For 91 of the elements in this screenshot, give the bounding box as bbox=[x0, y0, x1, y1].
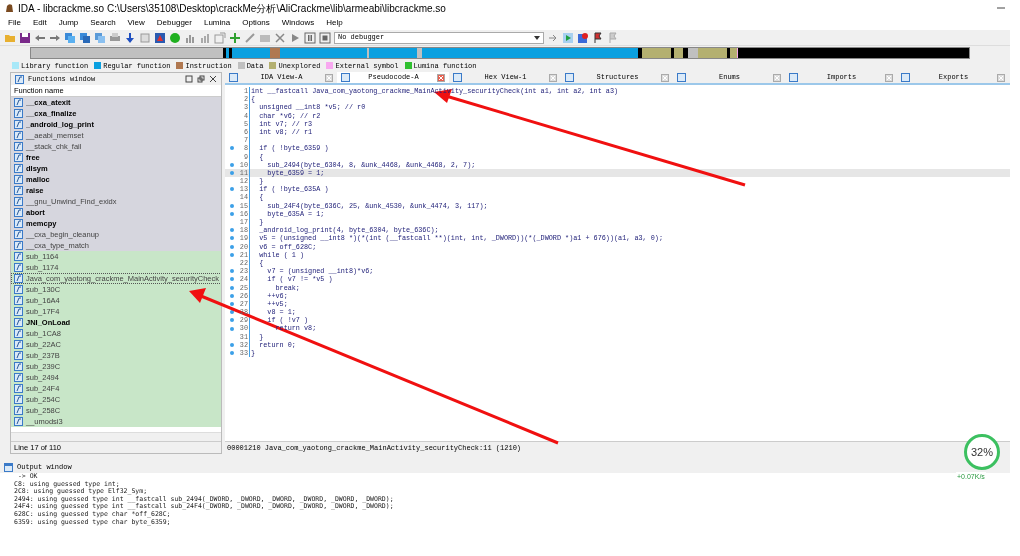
breakpoint-dot[interactable] bbox=[230, 277, 234, 282]
chart-icon[interactable] bbox=[199, 31, 211, 44]
function-icon bbox=[14, 175, 23, 184]
tab-icon bbox=[789, 73, 798, 82]
function-icon bbox=[14, 98, 23, 107]
tab-icon bbox=[677, 73, 686, 82]
breakpoint-dot[interactable] bbox=[230, 293, 234, 298]
tab-icon bbox=[901, 73, 910, 82]
copy-icon[interactable] bbox=[94, 31, 106, 44]
tab-icon bbox=[341, 73, 350, 82]
breakpoint-dot[interactable] bbox=[230, 326, 234, 331]
export-icon[interactable] bbox=[214, 31, 226, 44]
breakpoint-dot[interactable] bbox=[230, 310, 234, 315]
flag-icon[interactable] bbox=[592, 31, 604, 44]
window-title: IDA - libcrackme.so C:\Users\35108\Desktop\crackMe分析\AliCrackme\lib\armeabi\libcrackme.so bbox=[18, 1, 446, 16]
pause-icon[interactable] bbox=[304, 31, 316, 44]
function-icon bbox=[14, 285, 23, 294]
function-icon bbox=[14, 406, 23, 415]
breakpoint-dot[interactable] bbox=[230, 252, 234, 257]
menu-item[interactable]: Search bbox=[90, 17, 116, 29]
function-icon bbox=[14, 340, 23, 349]
menu-item[interactable]: Debugger bbox=[156, 17, 192, 29]
navigation-band[interactable] bbox=[30, 47, 970, 59]
function-icon bbox=[14, 142, 23, 151]
function-icon bbox=[14, 120, 23, 129]
breakpoint-dot[interactable] bbox=[230, 236, 234, 241]
breakpoint-dot[interactable] bbox=[230, 269, 234, 274]
function-icon bbox=[14, 109, 23, 118]
function-icon bbox=[14, 208, 23, 217]
copy-icon[interactable] bbox=[64, 31, 76, 44]
float-icon[interactable] bbox=[197, 75, 205, 83]
menu-item[interactable]: Edit bbox=[32, 17, 47, 29]
breakpoint-dot[interactable] bbox=[230, 318, 234, 323]
function-icon bbox=[14, 252, 23, 261]
app-logo-icon bbox=[4, 3, 14, 13]
function-icon bbox=[14, 417, 23, 426]
function-icon bbox=[14, 219, 23, 228]
breakpoint-dot[interactable] bbox=[230, 285, 234, 290]
breakpoint-dot[interactable] bbox=[230, 351, 234, 356]
dropdown-caret-icon bbox=[534, 34, 540, 41]
breakpoint-dot[interactable] bbox=[230, 342, 234, 347]
function-icon bbox=[15, 74, 24, 84]
function-icon bbox=[14, 164, 23, 173]
function-icon bbox=[14, 230, 23, 239]
function-icon bbox=[14, 186, 23, 195]
menu-item[interactable]: File bbox=[8, 17, 21, 29]
function-icon bbox=[14, 241, 23, 250]
breakpoint-dot[interactable] bbox=[230, 187, 234, 192]
tab-icon bbox=[229, 73, 238, 82]
breakpoint-dot[interactable] bbox=[230, 170, 234, 175]
function-icon bbox=[14, 373, 23, 382]
copy-icon[interactable] bbox=[79, 31, 91, 44]
plus-icon[interactable] bbox=[229, 31, 241, 44]
menu-item[interactable]: Help bbox=[326, 17, 343, 29]
breakpoint-icon[interactable] bbox=[577, 31, 589, 44]
window-icon bbox=[4, 463, 13, 472]
breakpoint-dot[interactable] bbox=[230, 162, 234, 167]
down-arrow-icon[interactable] bbox=[124, 31, 136, 44]
function-icon bbox=[14, 263, 23, 272]
breakpoint-dot[interactable] bbox=[230, 301, 234, 306]
maximize-icon[interactable] bbox=[185, 75, 193, 83]
breakpoint-dot[interactable] bbox=[230, 203, 234, 208]
function-icon bbox=[14, 329, 23, 338]
menu-item[interactable]: Jump bbox=[58, 17, 79, 29]
function-icon bbox=[14, 197, 23, 206]
breakpoint-dot[interactable] bbox=[230, 211, 234, 216]
scrollbar[interactable] bbox=[11, 432, 221, 441]
function-icon bbox=[14, 384, 23, 393]
breakpoint-dot[interactable] bbox=[230, 244, 234, 249]
function-icon bbox=[14, 351, 23, 360]
menu-item[interactable]: Windows bbox=[281, 17, 315, 29]
function-icon bbox=[14, 362, 23, 371]
stop-icon[interactable] bbox=[319, 31, 331, 44]
function-icon bbox=[14, 274, 23, 283]
function-icon bbox=[14, 395, 23, 404]
breakpoint-dot[interactable] bbox=[230, 146, 234, 151]
close-icon[interactable] bbox=[209, 75, 217, 83]
function-icon bbox=[14, 296, 23, 305]
run-icon[interactable] bbox=[562, 31, 574, 44]
function-icon bbox=[14, 318, 23, 327]
function-icon bbox=[14, 131, 23, 140]
tab-icon bbox=[453, 73, 462, 82]
save-icon[interactable] bbox=[19, 31, 31, 44]
menu-item[interactable]: View bbox=[127, 17, 145, 29]
breakpoint-dot[interactable] bbox=[230, 228, 234, 233]
play-icon[interactable] bbox=[289, 31, 301, 44]
function-icon bbox=[14, 153, 23, 162]
menu-item[interactable]: Options bbox=[242, 17, 270, 29]
tab-icon bbox=[565, 73, 574, 82]
menu-item[interactable]: Lumina bbox=[203, 17, 231, 29]
function-icon bbox=[14, 307, 23, 316]
